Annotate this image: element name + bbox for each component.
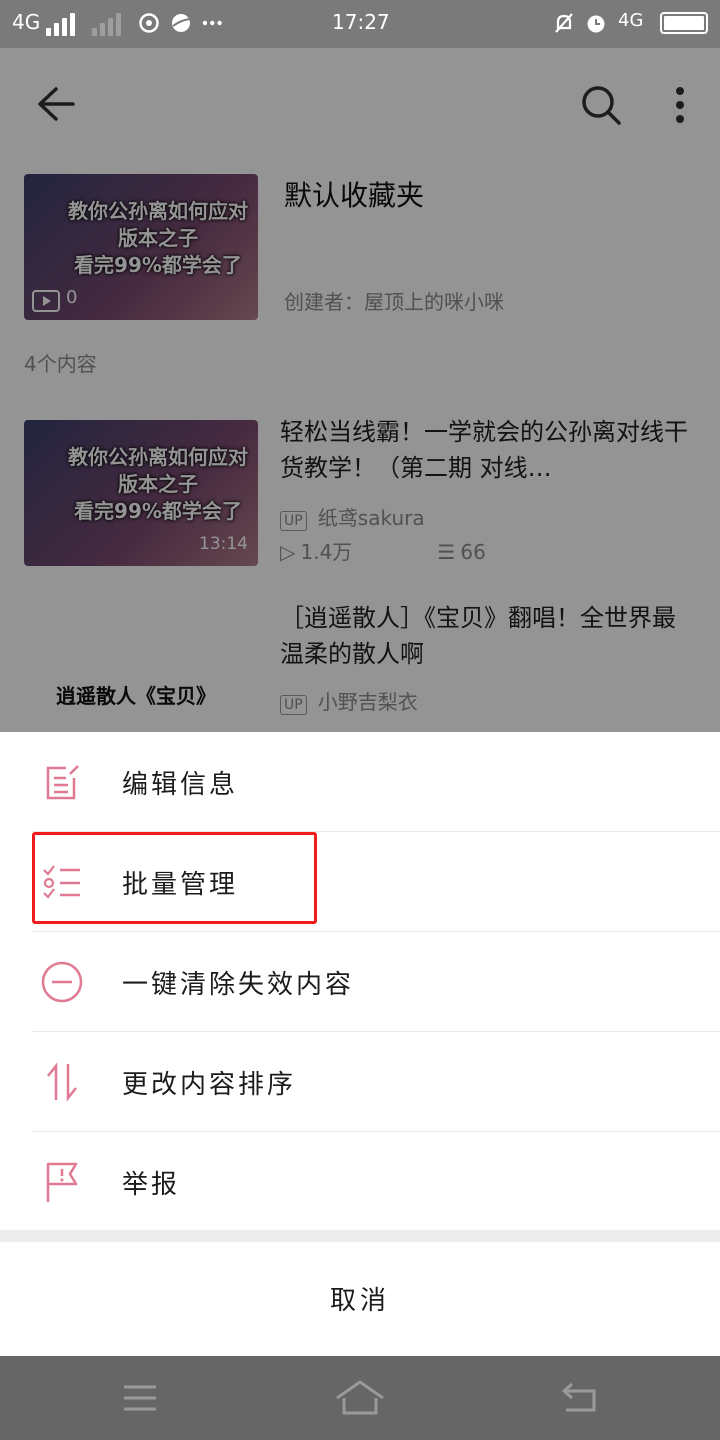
- sheet-item-edit-info[interactable]: 编辑信息: [0, 732, 720, 832]
- status-bar: 4G 17:27 4G: [0, 0, 720, 48]
- network-label-right: 4G: [618, 10, 644, 31]
- more-dots-icon: [202, 20, 222, 26]
- flag-icon: [46, 1162, 78, 1202]
- cancel-button[interactable]: 取消: [0, 1242, 720, 1356]
- sheet-separator: [0, 1230, 720, 1242]
- mute-icon: [555, 13, 573, 33]
- clock: 17:27: [332, 10, 390, 34]
- nav-back-icon[interactable]: [560, 1380, 600, 1414]
- sheet-item-change-order[interactable]: 更改内容排序: [0, 1032, 720, 1132]
- sheet-item-report[interactable]: 举报: [0, 1132, 720, 1232]
- signal-icon-secondary: [92, 12, 128, 36]
- network-label-left: 4G: [12, 10, 41, 34]
- edit-icon: [46, 765, 79, 800]
- alarm-icon: [587, 15, 605, 33]
- sheet-item-label: 一键清除失效内容: [122, 970, 355, 1000]
- system-nav-bar: [0, 1356, 720, 1440]
- cancel-label: 取消: [329, 1286, 390, 1316]
- home-icon[interactable]: [334, 1378, 386, 1416]
- highlight-box: [32, 832, 317, 924]
- battery-icon: [660, 12, 708, 34]
- menu-icon[interactable]: [122, 1384, 158, 1412]
- sort-icon: [47, 1062, 77, 1102]
- sheet-item-label: 编辑信息: [122, 770, 239, 800]
- minus-circle-icon: [41, 961, 83, 1003]
- planet-icon: [172, 14, 191, 32]
- app-notification-icon: [139, 13, 159, 33]
- signal-icon: [46, 12, 82, 36]
- sheet-item-label: 更改内容排序: [122, 1070, 297, 1100]
- sheet-item-label: 举报: [122, 1170, 181, 1200]
- action-sheet: 编辑信息 批量管理 一键清除失效内容 更改内容排序 举报: [0, 732, 720, 1230]
- sheet-item-clear-invalid[interactable]: 一键清除失效内容: [0, 932, 720, 1032]
